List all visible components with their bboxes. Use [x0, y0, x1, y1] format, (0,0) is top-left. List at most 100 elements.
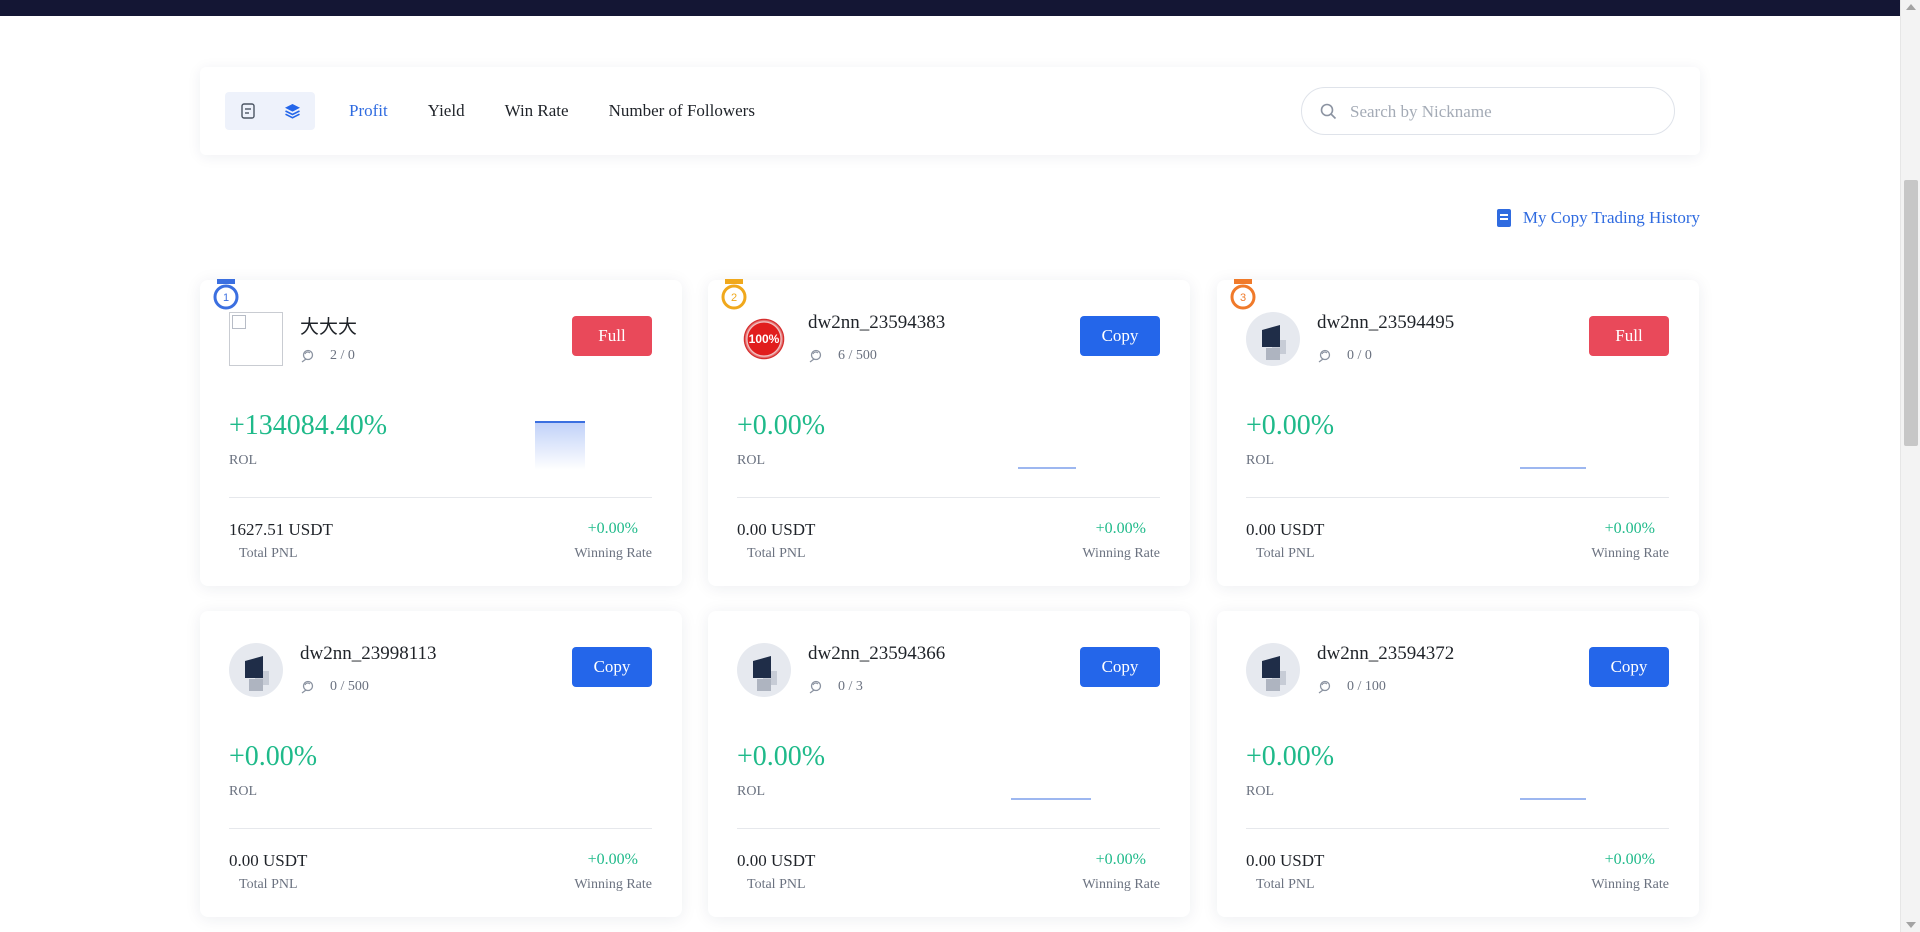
rol-label: ROL [737, 784, 765, 799]
avatar-stamp: 100% [742, 317, 786, 361]
search-icon [1320, 103, 1337, 120]
winning-rate-value: +0.00% [587, 520, 638, 537]
copy-button[interactable]: Copy [1080, 647, 1160, 687]
followers-icon [1318, 349, 1331, 363]
filter-bar: Profit Yield Win Rate Number of Follower… [200, 67, 1700, 155]
full-button[interactable]: Full [572, 316, 652, 356]
tab-yield[interactable]: Yield [428, 101, 465, 121]
rol-value: +0.00% [229, 741, 318, 772]
copy-trading-history-link[interactable]: My Copy Trading History [1496, 205, 1700, 231]
view-toggle [225, 92, 315, 130]
svg-text:1: 1 [223, 292, 229, 304]
tab-number-of-followers[interactable]: Number of Followers [609, 101, 755, 121]
profit-sparkline [535, 421, 585, 470]
rol-label: ROL [1246, 453, 1274, 468]
followers-value: 0 / 500 [330, 679, 369, 694]
scrollbar-thumb[interactable] [1904, 180, 1918, 446]
list-view-icon [240, 103, 255, 119]
profit-sparkline [1018, 467, 1076, 469]
rol-value: +0.00% [1246, 410, 1335, 441]
rol-label: ROL [229, 453, 257, 468]
followers-value: 2 / 0 [330, 348, 355, 363]
winning-rate-value: +0.00% [1604, 851, 1655, 868]
total-pnl-label: Total PNL [1256, 877, 1315, 892]
rol-value: +0.00% [737, 741, 826, 772]
trader-nickname: dw2nn_23594366 [808, 643, 946, 664]
avatar [229, 643, 283, 697]
rol-value: +0.00% [737, 410, 826, 441]
copy-button[interactable]: Copy [572, 647, 652, 687]
card-divider [229, 828, 652, 829]
trader-card: dw2nn_23594366 0 / 3 Copy +0.00% ROL 0.0… [708, 611, 1190, 917]
profit-sparkline [1011, 798, 1091, 800]
default-avatar-icon [1262, 325, 1286, 360]
scroll-down-arrow-icon[interactable] [1906, 922, 1916, 928]
list-view-button[interactable] [225, 92, 270, 130]
total-pnl-value: 0.00 USDT [1246, 520, 1325, 539]
followers-icon [301, 349, 314, 363]
profit-sparkline [1520, 467, 1586, 469]
search-input[interactable] [1348, 88, 1652, 136]
trader-card: 3 dw2nn_23594495 0 / 0 Full +0.00% ROL 0… [1217, 279, 1699, 586]
rol-value: +0.00% [1246, 741, 1335, 772]
card-divider [737, 828, 1160, 829]
tab-win-rate[interactable]: Win Rate [505, 101, 569, 121]
document-icon [1496, 209, 1511, 227]
rank-1-medal-icon: 1 [213, 279, 239, 310]
card-view-button[interactable] [270, 92, 315, 130]
total-pnl-label: Total PNL [747, 546, 806, 561]
svg-text:3: 3 [1240, 292, 1246, 304]
search-box [1301, 87, 1675, 136]
rol-label: ROL [737, 453, 765, 468]
rank-2-medal-icon: 2 [721, 279, 747, 310]
avatar [1246, 643, 1300, 697]
tab-profit[interactable]: Profit [349, 101, 388, 121]
winning-rate-value: +0.00% [587, 851, 638, 868]
winning-rate-label: Winning Rate [574, 877, 652, 892]
trader-card: 1 大大大 2 / 0 Full +134084.40% ROL 1627.51… [200, 279, 682, 586]
total-pnl-value: 1627.51 USDT [229, 520, 333, 539]
rank-3-medal-icon: 3 [1230, 279, 1256, 310]
copy-button[interactable]: Copy [1080, 316, 1160, 356]
winning-rate-label: Winning Rate [1082, 877, 1160, 892]
rol-value: +134084.40% [229, 410, 388, 441]
winning-rate-label: Winning Rate [1591, 877, 1669, 892]
followers-icon [301, 680, 314, 694]
avatar: 100% [737, 312, 791, 366]
rol-label: ROL [1246, 784, 1274, 799]
followers-value: 6 / 500 [838, 348, 877, 363]
total-pnl-value: 0.00 USDT [737, 520, 816, 539]
svg-text:2: 2 [731, 292, 737, 304]
trader-card: dw2nn_23594372 0 / 100 Copy +0.00% ROL 0… [1217, 611, 1699, 917]
copy-button[interactable]: Copy [1589, 647, 1669, 687]
default-avatar-icon [1262, 656, 1286, 691]
winning-rate-label: Winning Rate [574, 546, 652, 561]
followers-count: 0 / 0 [1317, 348, 1372, 364]
total-pnl-value: 0.00 USDT [1246, 851, 1325, 870]
page-scrollbar[interactable] [1900, 0, 1920, 932]
copy-trading-history-label: My Copy Trading History [1522, 208, 1700, 227]
followers-value: 0 / 0 [1347, 348, 1372, 363]
layers-icon [285, 104, 300, 119]
rol-label: ROL [229, 784, 257, 799]
total-pnl-label: Total PNL [747, 877, 806, 892]
scroll-up-arrow-icon[interactable] [1906, 4, 1916, 10]
trader-nickname: dw2nn_23594495 [1317, 312, 1455, 333]
trader-card: dw2nn_23998113 0 / 500 Copy +0.00% ROL 0… [200, 611, 682, 917]
winning-rate-value: +0.00% [1604, 520, 1655, 537]
card-divider [737, 497, 1160, 498]
followers-count: 6 / 500 [808, 348, 877, 364]
avatar [737, 643, 791, 697]
winning-rate-value: +0.00% [1095, 851, 1146, 868]
profit-sparkline [1520, 798, 1586, 800]
total-pnl-value: 0.00 USDT [229, 851, 308, 870]
followers-icon [1318, 680, 1331, 694]
broken-image-icon [232, 315, 246, 329]
followers-count: 0 / 3 [808, 679, 863, 695]
card-divider [1246, 828, 1669, 829]
total-pnl-label: Total PNL [239, 877, 298, 892]
trader-nickname: dw2nn_23594372 [1317, 643, 1455, 664]
full-button[interactable]: Full [1589, 316, 1669, 356]
total-pnl-label: Total PNL [239, 546, 298, 561]
winning-rate-label: Winning Rate [1591, 546, 1669, 561]
